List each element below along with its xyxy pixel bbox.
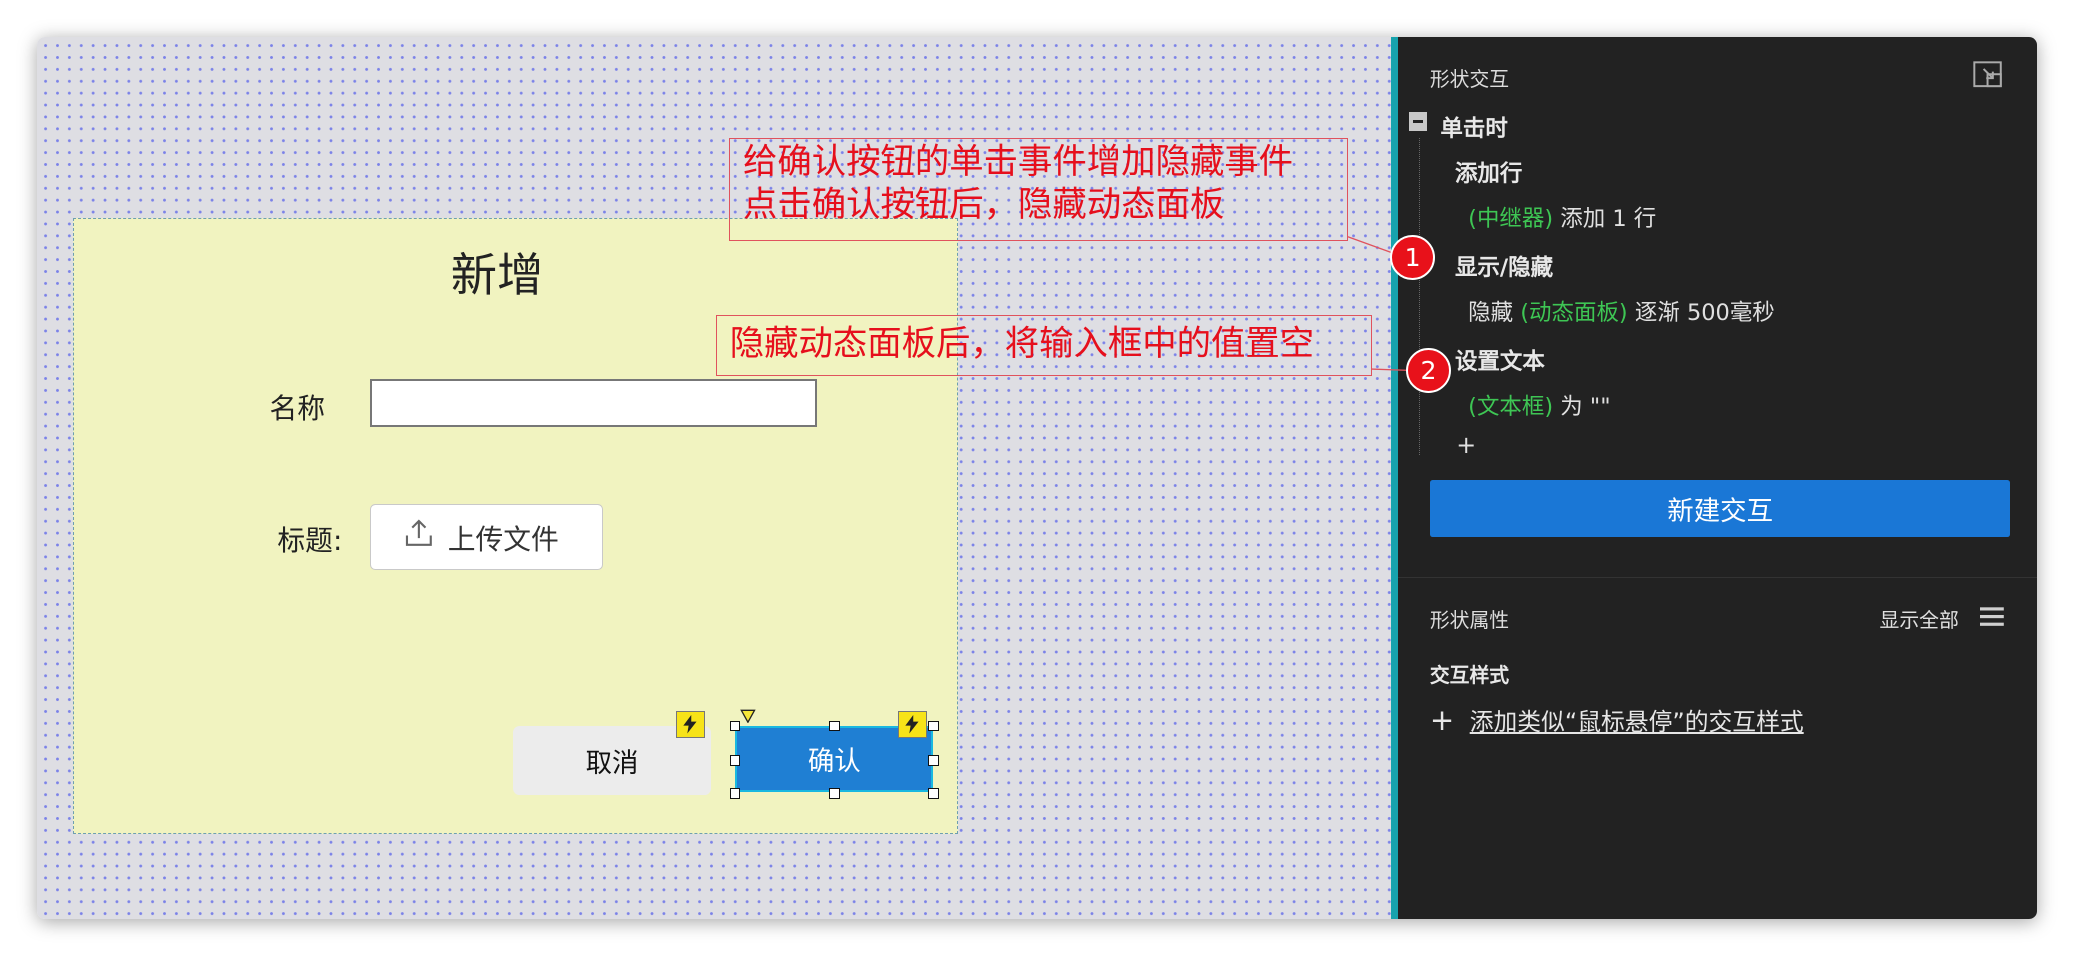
annotation-badge-2: 2	[1406, 347, 1451, 393]
new-interaction-button[interactable]: 新建交互	[1429, 480, 2011, 537]
shape-interactions-title: 形状交互	[1429, 68, 1510, 92]
selection-handle[interactable]	[828, 720, 840, 732]
panel-divider[interactable]	[1391, 37, 1399, 920]
tree-guide-line	[1419, 137, 1420, 455]
design-canvas[interactable]: 新增 名称 标题: 上传文件 取消 确认 给确认按钮的单击事件增加隐藏事件 点击…	[37, 37, 1392, 920]
add-row-detail-text: 添加 1 行	[1560, 206, 1657, 233]
selection-handle[interactable]	[928, 720, 939, 732]
repeater-target: (中继器)	[1468, 206, 1554, 233]
upload-icon	[403, 517, 435, 556]
action-add-row-detail[interactable]: (中继器) 添加 1 行	[1468, 201, 1656, 233]
dock-panel-icon[interactable]	[1973, 61, 2005, 95]
name-input[interactable]	[370, 379, 818, 427]
annotation-box-1: 给确认按钮的单击事件增加隐藏事件 点击确认按钮后，隐藏动态面板	[728, 137, 1348, 241]
action-set-text[interactable]: 设置文本	[1455, 344, 1545, 376]
dialog-title: 新增	[450, 247, 544, 302]
add-interaction-style-link[interactable]: + 添加类似“鼠标悬停”的交互样式	[1430, 702, 1804, 737]
set-text-value: 为 ""	[1560, 393, 1611, 420]
annotation-1-line-2: 点击确认按钮后，隐藏动态面板	[743, 184, 1225, 225]
action-show-hide[interactable]: 显示/隐藏	[1455, 250, 1553, 282]
rotation-triangle-icon[interactable]	[740, 703, 757, 728]
action-add-row[interactable]: 添加行	[1455, 156, 1522, 188]
dynamic-panel[interactable]: 新增 名称 标题: 上传文件 取消 确认	[72, 218, 959, 834]
upload-file-button[interactable]: 上传文件	[370, 503, 603, 570]
inspector-panel: 形状交互 单击时 添加行 (中继器) 添加 1 行 显示/隐藏 隐藏 (动态面板…	[1398, 37, 2037, 920]
selection-handle[interactable]	[928, 754, 939, 766]
selection-handle[interactable]	[928, 787, 939, 799]
annotation-2-line-1: 隐藏动态面板后，将输入框中的值置空	[729, 324, 1315, 365]
annotation-box-2: 隐藏动态面板后，将输入框中的值置空	[715, 314, 1372, 376]
event-onclick[interactable]: 单击时	[1440, 111, 1507, 143]
textbox-target: (文本框)	[1468, 393, 1554, 420]
name-label: 名称	[269, 391, 326, 425]
selection-handle[interactable]	[729, 787, 741, 799]
title-label: 标题:	[277, 524, 343, 558]
lightning-icon	[897, 711, 927, 738]
section-divider	[1398, 576, 2037, 578]
add-action-plus[interactable]: +	[1456, 431, 1476, 459]
app-window: 新增 名称 标题: 上传文件 取消 确认 给确认按钮的单击事件增加隐藏事件 点击…	[37, 37, 2037, 920]
shape-properties-title: 形状属性	[1429, 609, 1510, 633]
hide-verb: 隐藏	[1468, 299, 1514, 326]
fade-detail-text: 逐渐 500毫秒	[1634, 299, 1775, 326]
interaction-style-title: 交互样式	[1429, 663, 1510, 687]
show-all-link[interactable]: 显示全部	[1880, 604, 1959, 633]
action-set-text-detail[interactable]: (文本框) 为 ""	[1468, 389, 1610, 421]
action-show-hide-detail[interactable]: 隐藏 (动态面板) 逐渐 500毫秒	[1468, 295, 1775, 327]
collapse-minus-icon[interactable]	[1408, 112, 1428, 131]
annotation-1-line-1: 给确认按钮的单击事件增加隐藏事件	[743, 142, 1294, 183]
plus-icon: +	[1429, 703, 1455, 738]
selection-handle[interactable]	[729, 720, 741, 732]
lightning-icon	[675, 711, 705, 738]
menu-icon[interactable]	[1980, 606, 2004, 632]
selection-handle[interactable]	[729, 754, 741, 766]
add-style-link-text: 添加类似“鼠标悬停”的交互样式	[1469, 708, 1804, 737]
upload-file-label: 上传文件	[447, 522, 559, 556]
selection-handle[interactable]	[828, 787, 840, 799]
dynamic-panel-target: (动态面板)	[1520, 299, 1628, 326]
